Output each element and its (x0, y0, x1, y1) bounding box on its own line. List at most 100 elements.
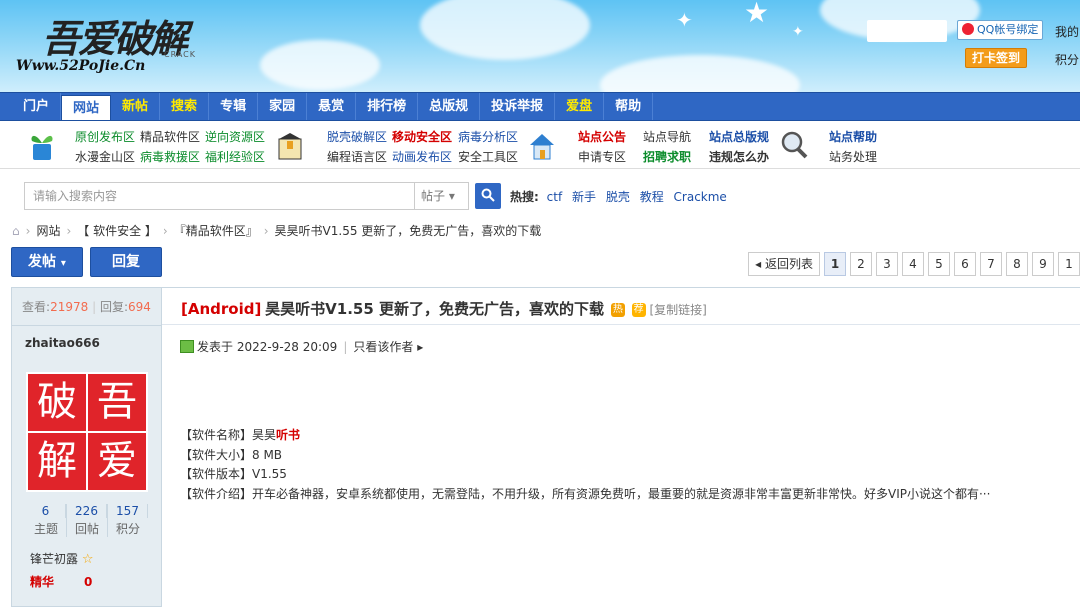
subnav-col-2: 精品软件区 病毒救援区 (140, 127, 200, 167)
page-2[interactable]: 2 (850, 252, 872, 276)
search-input[interactable]: 请输入搜索内容 (24, 182, 414, 210)
search-button[interactable] (475, 183, 501, 209)
search-type-select[interactable]: 帖子 ▾ (414, 182, 469, 210)
subnav-original[interactable]: 原创发布区 (75, 127, 135, 147)
search-type-label: 帖子 (421, 189, 446, 203)
copy-link-button[interactable]: [复制链接] (649, 303, 706, 317)
page-5[interactable]: 5 (928, 252, 950, 276)
nav-home[interactable]: 家园 (258, 93, 308, 120)
page-10[interactable]: 1 (1058, 252, 1080, 276)
stat-label: 积分 (115, 522, 140, 536)
subnav-help[interactable]: 站点帮助 (829, 127, 877, 147)
my-menu-link[interactable]: 我的 (1055, 23, 1079, 40)
subnav-virus-rescue[interactable]: 病毒救援区 (140, 147, 200, 167)
hot-link-newbie[interactable]: 新手 (572, 190, 596, 204)
site-logo[interactable]: 吾爱破解 CRACK Www.52PoJie.Cn (14, 6, 214, 78)
new-post-label: 发帖 (28, 254, 57, 270)
subnav-jingpin[interactable]: 精品软件区 (140, 127, 200, 147)
page-9[interactable]: 9 (1032, 252, 1054, 276)
subnav-shuiman[interactable]: 水漫金山区 (75, 147, 135, 167)
nav-new-posts[interactable]: 新帖 (111, 93, 161, 120)
author-name[interactable]: zhaitao666 (12, 326, 161, 350)
nav-ranking[interactable]: 排行榜 (356, 93, 419, 120)
hot-link-unpack[interactable]: 脱壳 (606, 190, 630, 204)
subnav-apply[interactable]: 申请专区 (578, 147, 626, 167)
nav-portal[interactable]: 门户 (12, 93, 62, 120)
post-category[interactable]: [Android] (181, 300, 261, 318)
breadcrumb-current: 昊昊听书V1.55 更新了，免费无广告，喜欢的下载 (274, 224, 542, 238)
back-to-list-button[interactable]: ◂ 返回列表 (748, 252, 820, 276)
hot-link-tutorial[interactable]: 教程 (640, 190, 664, 204)
subnav-programming[interactable]: 编程语言区 (327, 147, 387, 167)
subnav-announcement[interactable]: 站点公告 (578, 127, 626, 147)
logo-url: Www.52PoJie.Cn (16, 58, 146, 74)
subnav-site-affairs[interactable]: 站务处理 (829, 147, 877, 167)
subnav-welfare[interactable]: 福利经验区 (205, 147, 265, 167)
breadcrumb-jingpin[interactable]: 『精品软件区』 (174, 224, 258, 238)
hot-link-ctf[interactable]: ctf (547, 190, 563, 204)
avatar-char: 解 (28, 433, 86, 490)
signin-button[interactable]: 打卡签到 (965, 48, 1028, 68)
user-stats: 6 主题 226 回帖 157 积分 (26, 504, 148, 537)
nav-reward[interactable]: 悬赏 (307, 93, 357, 120)
post-date: 发表于 2022-9-28 20:09 (197, 340, 338, 354)
hot-search-label: 热搜: (510, 190, 539, 204)
qq-icon (962, 23, 974, 35)
content-line: 【软件名称】昊昊听书 (180, 426, 990, 446)
subnav-site-rules[interactable]: 站点总版规 (709, 127, 769, 147)
page-1[interactable]: 1 (824, 252, 846, 276)
nav-site[interactable]: 网站 (61, 95, 112, 120)
line-text: 【软件名称】昊昊 (180, 428, 277, 442)
qq-bind-label: QQ帐号绑定 (977, 23, 1039, 36)
page-4[interactable]: 4 (902, 252, 924, 276)
subnav-col-1: 原创发布区 水漫金山区 (75, 127, 135, 167)
nav-album[interactable]: 专辑 (209, 93, 259, 120)
magnifier-icon (781, 131, 808, 159)
subnav-mobile-security[interactable]: 移动安全区 (392, 127, 452, 147)
user-stat-points[interactable]: 157 积分 (108, 504, 148, 537)
user-stat-threads[interactable]: 6 主题 (26, 504, 67, 537)
points-link[interactable]: 积分 (1055, 51, 1079, 68)
page-8[interactable]: 8 (1006, 252, 1028, 276)
subnav-unpack[interactable]: 脱壳破解区 (327, 127, 387, 147)
subnav-animation[interactable]: 动画发布区 (392, 147, 452, 167)
chevron-down-icon: ▾ (60, 258, 66, 269)
subnav-reverse-res[interactable]: 逆向资源区 (205, 127, 265, 147)
new-post-button[interactable]: 发帖 ▾ (11, 247, 83, 277)
username-box[interactable] (867, 20, 947, 42)
subnav-jobs[interactable]: 招聘求职 (643, 147, 691, 167)
nav-help[interactable]: 帮助 (604, 93, 654, 120)
house-icon (530, 134, 554, 160)
avatar-char: 吾 (88, 374, 146, 431)
user-stat-replies[interactable]: 226 回帖 (67, 504, 108, 537)
subnav-security-tools[interactable]: 安全工具区 (458, 147, 518, 167)
subnav-col-6: 病毒分析区 安全工具区 (458, 127, 518, 167)
subnav-site-nav[interactable]: 站点导航 (643, 127, 691, 147)
subnav-violation[interactable]: 违规怎么办 (709, 147, 769, 167)
hot-link-crackme[interactable]: Crackme (674, 190, 727, 204)
nav-aipan[interactable]: 爱盘 (555, 93, 605, 120)
stat-value: 226 (67, 504, 107, 518)
page-3[interactable]: 3 (876, 252, 898, 276)
qq-bind-button[interactable]: QQ帐号绑定 (957, 20, 1044, 40)
nav-rules[interactable]: 总版规 (418, 93, 481, 120)
subnav-virus-analysis[interactable]: 病毒分析区 (458, 127, 518, 147)
page-6[interactable]: 6 (954, 252, 976, 276)
poster-icon (180, 340, 194, 353)
star-icon: ☆ (81, 552, 94, 567)
only-author-link[interactable]: 只看该作者 ▸ (353, 340, 423, 354)
post-content: 【软件名称】昊昊听书 【软件大小】8 MB 【软件版本】V1.55 【软件介绍】… (180, 426, 990, 504)
breadcrumb: ⌂ › 网站 › 【 软件安全 】 › 『精品软件区』 › 昊昊听书V1.55 更新了，免费无广… (12, 222, 541, 239)
reply-button[interactable]: 回复 (90, 247, 162, 277)
nav-report[interactable]: 投诉举报 (480, 93, 556, 120)
avatar[interactable]: 破 吾 解 爱 (26, 372, 148, 492)
stat-value: 6 (26, 504, 66, 518)
breadcrumb-site[interactable]: 网站 (36, 224, 60, 238)
page-7[interactable]: 7 (980, 252, 1002, 276)
hot-search: 热搜: ctf 新手 脱壳 教程 Crackme (510, 188, 733, 205)
subnav-col-8: 站点导航 招聘求职 (643, 127, 691, 167)
plant-icon (31, 135, 53, 160)
nav-search[interactable]: 搜索 (160, 93, 210, 120)
breadcrumb-software-security[interactable]: 【 软件安全 】 (77, 224, 157, 238)
home-icon[interactable]: ⌂ (12, 224, 20, 238)
